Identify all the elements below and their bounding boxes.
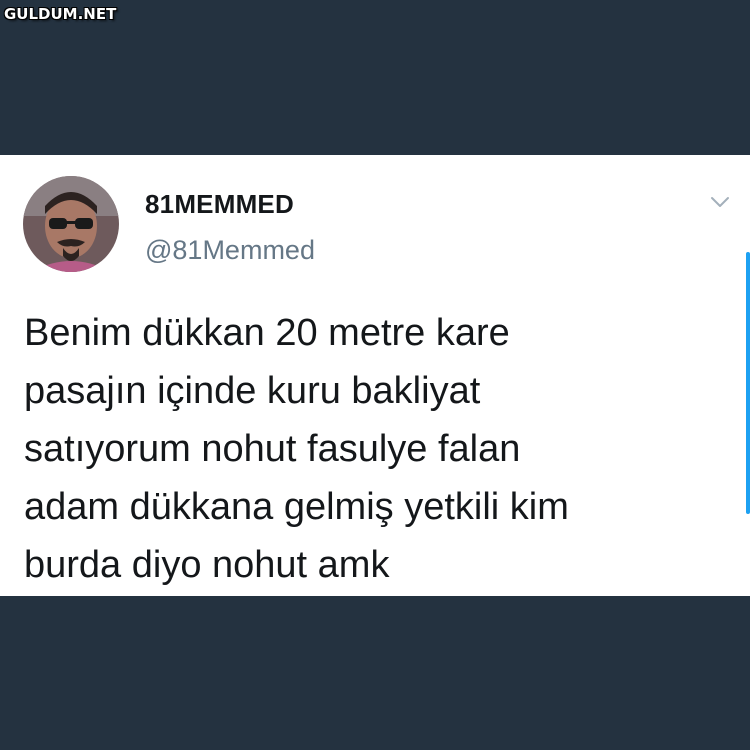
tweet-card: 81MEMMED @81Memmed Benim dükkan 20 metre… (0, 155, 750, 596)
tweet-text: Benim dükkan 20 metre kare pasajın içind… (24, 304, 724, 594)
chevron-down-icon[interactable] (709, 193, 731, 211)
avatar-image (23, 176, 119, 272)
tweet-text-line: burda diyo nohut amk (24, 544, 390, 586)
tweet-text-line: satıyorum nohut fasulye falan (24, 428, 521, 470)
watermark-logo: GULDUM.NET (4, 5, 117, 23)
tweet-text-line: Benim dükkan 20 metre kare (24, 312, 510, 354)
display-name[interactable]: 81MEMMED (145, 189, 294, 220)
user-handle[interactable]: @81Memmed (145, 235, 315, 266)
scrollbar[interactable] (746, 252, 750, 514)
tweet-text-line: adam dükkana gelmiş yetkili kim (24, 486, 569, 528)
tweet-text-line: pasajın içinde kuru bakliyat (24, 370, 481, 412)
avatar[interactable] (23, 176, 119, 272)
